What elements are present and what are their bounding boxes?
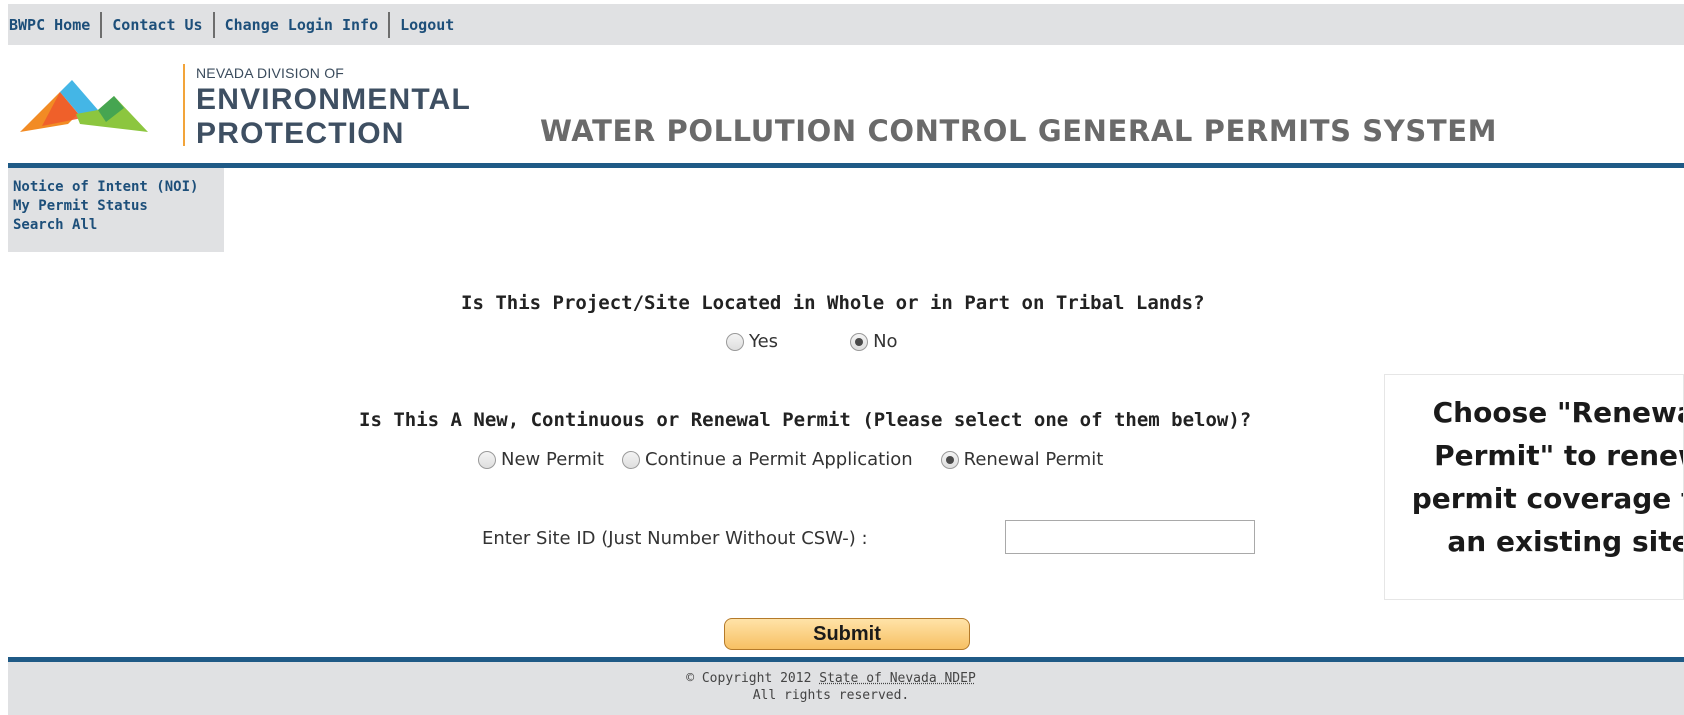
nav-logout-link[interactable]: Logout (400, 16, 454, 34)
nav-bwpc-home-link[interactable]: BWPC Home (9, 16, 90, 34)
sidebar-item-search-all[interactable]: Search All (13, 216, 224, 235)
new-permit-radio[interactable] (478, 450, 496, 469)
tribal-yes-radio[interactable] (726, 332, 744, 351)
nav-contact-us-link[interactable]: Contact Us (112, 16, 202, 34)
site-id-label: Enter Site ID (Just Number Without CSW-)… (482, 528, 868, 549)
tribal-lands-radio-group: Yes No (726, 331, 898, 352)
logo-divider (183, 64, 185, 146)
top-nav: BWPC Home Contact Us Change Login Info L… (8, 4, 1684, 45)
permit-type-radio-group: New Permit Continue a Permit Application… (478, 449, 1103, 470)
submit-button[interactable]: Submit (724, 618, 970, 650)
tribal-lands-question: Is This Project/Site Located in Whole or… (461, 292, 1205, 314)
tribal-yes-label[interactable]: Yes (749, 331, 778, 352)
state-of-nevada-ndep-link[interactable]: State of Nevada NDEP (819, 671, 976, 686)
nav-separator (100, 11, 103, 38)
sidebar-item-my-permit-status[interactable]: My Permit Status (13, 197, 224, 216)
page: BWPC Home Contact Us Change Login Info L… (8, 4, 1684, 715)
renewal-permit-radio[interactable] (940, 450, 959, 469)
nav-separator (212, 11, 215, 38)
site-footer: © Copyright 2012 State of Nevada NDEP Al… (8, 662, 1684, 715)
page-title: WATER POLLUTION CONTROL GENERAL PERMITS … (540, 114, 1498, 148)
tribal-no-label[interactable]: No (873, 331, 897, 352)
site-header: NEVADA DIVISION OF ENVIRONMENTAL PROTECT… (8, 45, 1684, 163)
callout-text: Choose "Renewal Permit" to renew permit … (1411, 396, 1683, 558)
renewal-permit-label[interactable]: Renewal Permit (964, 449, 1104, 470)
logo-agency-prefix: NEVADA DIVISION OF (196, 65, 345, 81)
header-divider (8, 163, 1684, 168)
site-id-input[interactable] (1005, 520, 1255, 554)
sidebar-item-notice-of-intent[interactable]: Notice of Intent (NOI) (13, 178, 224, 197)
logo-agency-line2: PROTECTION (196, 117, 405, 150)
nav-change-login-link[interactable]: Change Login Info (225, 16, 379, 34)
instruction-callout: Choose "Renewal Permit" to renew permit … (1384, 374, 1684, 600)
copyright-text: © Copyright 2012 (686, 671, 820, 686)
nav-separator (388, 11, 391, 38)
side-menu: Notice of Intent (NOI) My Permit Status … (8, 168, 224, 252)
permit-type-question: Is This A New, Continuous or Renewal Per… (359, 409, 1252, 431)
continue-permit-label[interactable]: Continue a Permit Application (645, 449, 913, 470)
ndep-mountain-logo-icon (20, 80, 148, 132)
rights-reserved-text: All rights reserved. (752, 688, 910, 703)
tribal-no-radio[interactable] (850, 332, 869, 351)
logo-agency-line1: ENVIRONMENTAL (196, 83, 472, 116)
new-permit-label[interactable]: New Permit (501, 449, 604, 470)
copyright-line: © Copyright 2012 State of Nevada NDEP (8, 670, 1654, 687)
continue-permit-radio[interactable] (621, 450, 640, 469)
